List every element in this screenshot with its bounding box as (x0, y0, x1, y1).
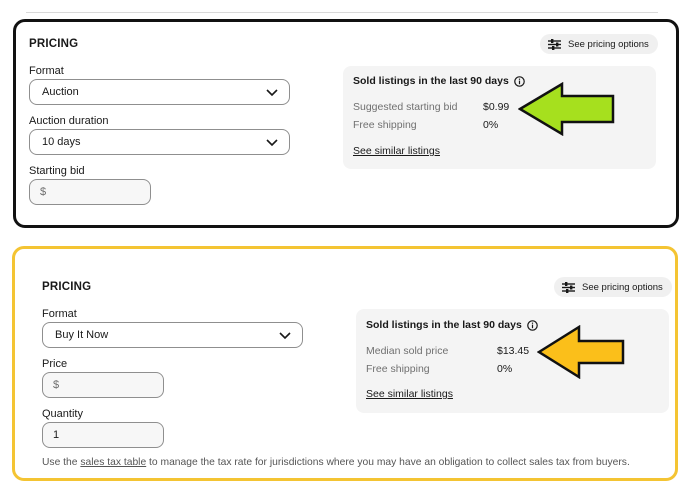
sales-tax-note-suffix: to manage the tax rate for jurisdictions… (146, 457, 630, 468)
sold-listings-title-text: Sold listings in the last 90 days (353, 75, 509, 87)
starting-bid-label: Starting bid (29, 165, 85, 177)
median-sold-price-value: $13.45 (497, 345, 530, 357)
sales-tax-table-link[interactable]: sales tax table (80, 457, 146, 468)
left-arrow-icon (518, 82, 615, 136)
chevron-down-icon (265, 85, 279, 99)
see-pricing-options-label: See pricing options (568, 38, 649, 50)
top-divider (26, 12, 658, 13)
left-arrow-icon (537, 325, 625, 379)
quantity-label: Quantity (42, 408, 83, 420)
price-label: Price (42, 358, 68, 370)
quantity-input[interactable]: 1 (42, 422, 164, 448)
sliders-icon (548, 38, 561, 50)
format-select[interactable]: Buy It Now (42, 322, 303, 348)
see-pricing-options-button[interactable]: See pricing options (540, 34, 658, 54)
sales-tax-note: Use the sales tax table to manage the ta… (42, 457, 630, 468)
sold-listings-title-text: Sold listings in the last 90 days (366, 319, 522, 331)
sold-listings-title: Sold listings in the last 90 days (366, 319, 538, 331)
see-similar-listings-link[interactable]: See similar listings (353, 145, 440, 157)
format-select-value: Buy It Now (55, 329, 109, 341)
starting-bid-input[interactable]: $ (29, 179, 151, 205)
auction-duration-label: Auction duration (29, 115, 109, 127)
section-title: PRICING (29, 38, 79, 50)
sales-tax-note-prefix: Use the (42, 457, 81, 468)
free-shipping-value: 0% (483, 119, 499, 131)
free-shipping-label: Free shipping (353, 119, 417, 131)
free-shipping-label: Free shipping (366, 363, 430, 375)
auction-duration-value: 10 days (42, 136, 81, 148)
suggested-starting-bid-label: Suggested starting bid (353, 101, 458, 113)
suggested-starting-bid-value: $0.99 (483, 101, 510, 113)
median-sold-price-label: Median sold price (366, 345, 449, 357)
see-pricing-options-label: See pricing options (582, 281, 663, 293)
sold-listings-title: Sold listings in the last 90 days (353, 75, 525, 87)
see-pricing-options-button[interactable]: See pricing options (554, 277, 672, 297)
auction-duration-select[interactable]: 10 days (29, 129, 290, 155)
sliders-icon (562, 281, 575, 293)
chevron-down-icon (278, 328, 292, 342)
format-label: Format (42, 308, 77, 320)
price-input[interactable]: $ (42, 372, 164, 398)
format-select[interactable]: Auction (29, 79, 290, 105)
format-label: Format (29, 65, 64, 77)
section-title: PRICING (42, 281, 92, 293)
chevron-down-icon (265, 135, 279, 149)
free-shipping-value: 0% (497, 363, 513, 375)
format-select-value: Auction (42, 86, 79, 98)
see-similar-listings-link[interactable]: See similar listings (366, 388, 453, 400)
